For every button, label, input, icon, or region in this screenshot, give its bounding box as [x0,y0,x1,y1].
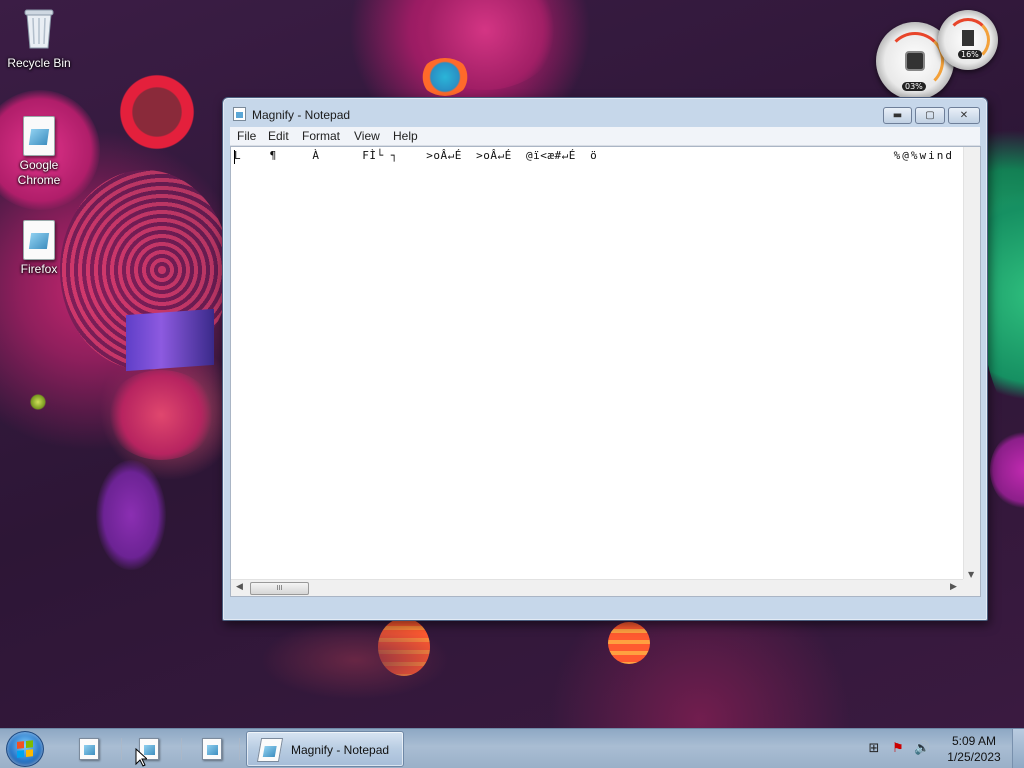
menu-view[interactable]: View [354,129,380,143]
taskbar-separator [121,738,122,760]
sparkle-decoration [30,394,46,410]
desktop-icon-google-chrome[interactable]: Google Chrome [1,116,77,188]
scrollbar-corner [963,579,980,596]
taskbar-active-window-button[interactable]: Magnify - Notepad [246,731,404,767]
taskbar-pinned-notepad-3[interactable] [190,733,234,765]
memory-meter-gadget[interactable]: 16% [938,10,998,70]
notepad-icon [202,738,222,760]
system-clock[interactable]: 5:09 AM 1/25/2023 [940,733,1008,765]
taskbar-pinned-notepad-2[interactable] [127,733,171,765]
menu-bar: File Edit Format View Help [230,127,980,146]
notepad-window[interactable]: Magnify - Notepad ▬ ▢ ✕ File Edit Format… [222,97,988,621]
scroll-down-arrow-icon[interactable]: ▼ [968,570,974,579]
maximize-icon: ▢ [925,110,935,121]
horizontal-scroll-thumb[interactable]: III [250,582,309,595]
taskbar-pinned-notepad-1[interactable] [67,733,111,765]
action-center-flag-icon[interactable]: ⚑ [890,741,906,757]
vertical-scrollbar[interactable]: ▼ [963,147,980,581]
scroll-right-arrow-icon[interactable]: ▶ [950,582,957,592]
scroll-thumb-grip: III [276,584,283,592]
desktop-icon-firefox[interactable]: Firefox [1,220,77,277]
minimize-icon: ▬ [892,110,903,121]
menu-format[interactable]: Format [302,129,340,143]
windows-logo-icon [17,740,34,759]
notepad-icon [256,738,284,762]
document-shortcut-icon [23,220,55,260]
taskbar-separator [239,738,240,760]
minimize-button[interactable]: ▬ [883,107,912,124]
window-titlebar[interactable]: Magnify - Notepad ▬ ▢ ✕ [223,98,987,126]
desktop-icon-label: Recycle Bin [7,56,71,70]
scroll-left-arrow-icon[interactable]: ◀ [236,582,243,592]
clock-date: 1/25/2023 [947,750,1001,764]
menu-help[interactable]: Help [393,129,418,143]
memory-readout: 16% [958,50,982,59]
memory-chip-icon [962,30,974,46]
wallpaper-ribbon [126,308,214,372]
editor-text-content-right: %@%wind [893,149,954,162]
editor-text-content: L ¶ À FÌ└ ┐ >oÂ↵É >oÂ↵É @ï<æ#↵É ö [234,149,598,162]
horizontal-scrollbar[interactable]: ◀ III ▶ [231,579,964,596]
desktop-icon-label: Firefox [20,262,58,276]
text-editor-area[interactable]: L ¶ À FÌ└ ┐ >oÂ↵É >oÂ↵É @ï<æ#↵É ö %@%win… [230,146,981,597]
close-button[interactable]: ✕ [948,107,980,124]
close-icon: ✕ [959,110,969,121]
text-caret [234,150,235,164]
document-shortcut-icon [23,116,55,156]
clock-time: 5:09 AM [951,734,997,748]
maximize-button[interactable]: ▢ [915,107,945,124]
volume-icon[interactable]: 🔊 [914,741,930,757]
desktop-icon-recycle-bin[interactable]: Recycle Bin [1,6,77,71]
cpu-readout: 03% [902,82,926,91]
taskbar-window-label: Magnify - Notepad [291,743,390,757]
taskbar-separator [181,738,182,760]
notepad-icon [79,738,99,760]
cpu-chip-icon [905,51,925,71]
menu-edit[interactable]: Edit [268,129,289,143]
mouse-cursor-icon [135,748,147,767]
start-button[interactable] [6,731,44,767]
taskbar: Magnify - Notepad ⊞ ⚑ 🔊 5:09 AM 1/25/202… [0,728,1024,768]
notepad-icon [233,107,246,121]
menu-file[interactable]: File [237,129,256,143]
show-desktop-button[interactable] [1012,729,1024,768]
window-title: Magnify - Notepad [252,108,351,122]
network-icon[interactable]: ⊞ [866,741,882,757]
desktop-icon-label: Google Chrome [17,158,61,187]
recycle-bin-icon [1,6,77,54]
